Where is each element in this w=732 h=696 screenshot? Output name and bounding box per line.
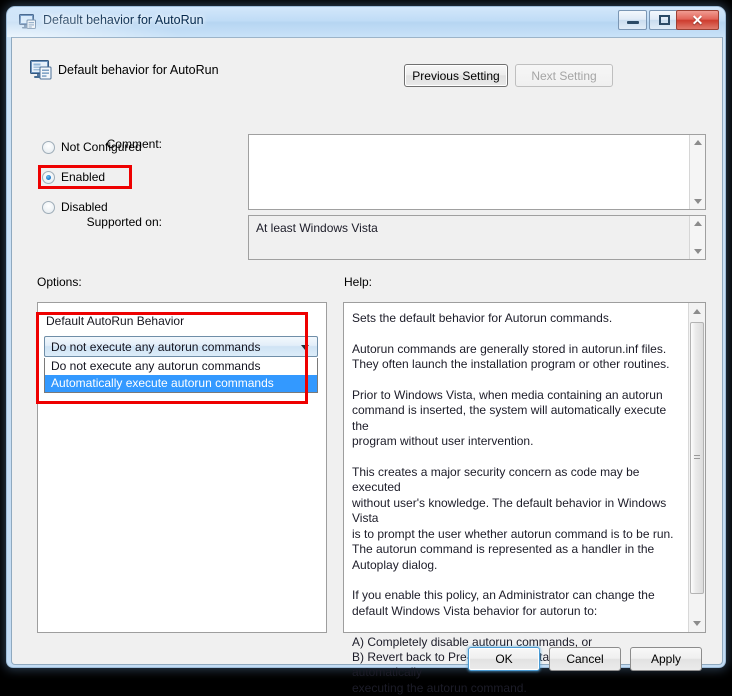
dropdown-option-do-not-execute[interactable]: Do not execute any autorun commands bbox=[45, 358, 317, 375]
scroll-up-icon[interactable] bbox=[689, 303, 705, 320]
maximize-button[interactable] bbox=[649, 10, 678, 30]
radio-selected-icon bbox=[42, 170, 55, 184]
scroll-down-icon[interactable] bbox=[690, 194, 706, 209]
ok-button[interactable]: OK bbox=[468, 647, 540, 671]
scroll-down-icon[interactable] bbox=[690, 244, 706, 259]
maximize-icon bbox=[659, 15, 670, 25]
comment-input[interactable] bbox=[248, 134, 706, 210]
dropdown-list[interactable]: Do not execute any autorun commands Auto… bbox=[44, 358, 318, 393]
minimize-button[interactable] bbox=[618, 10, 647, 30]
supported-on-label: Supported on: bbox=[86, 215, 162, 229]
supported-on-field: At least Windows Vista bbox=[248, 215, 706, 260]
cancel-button[interactable]: Cancel bbox=[549, 647, 621, 671]
minimize-icon bbox=[627, 21, 639, 24]
scroll-down-icon[interactable] bbox=[689, 615, 705, 632]
supported-on-scrollbar[interactable] bbox=[689, 216, 705, 259]
options-section-label: Options: bbox=[37, 275, 82, 289]
help-section-label: Help: bbox=[344, 275, 373, 289]
radio-disabled[interactable]: Disabled bbox=[42, 199, 108, 215]
dialog-window: Default behavior for AutoRun ✕ Default b… bbox=[6, 6, 726, 695]
title-bar: Default behavior for AutoRun ✕ bbox=[7, 7, 725, 37]
scrollbar-thumb[interactable] bbox=[690, 322, 704, 594]
scroll-up-icon[interactable] bbox=[690, 135, 706, 150]
scroll-up-icon[interactable] bbox=[690, 216, 706, 231]
radio-label: Disabled bbox=[61, 200, 108, 214]
radio-icon bbox=[42, 200, 55, 214]
window-title: Default behavior for AutoRun bbox=[43, 13, 204, 27]
radio-icon bbox=[42, 140, 55, 154]
dialog-client-area: Default behavior for AutoRun Previous Se… bbox=[11, 37, 723, 695]
page-title: Default behavior for AutoRun bbox=[58, 63, 219, 77]
help-panel: Sets the default behavior for Autorun co… bbox=[343, 302, 706, 695]
options-group-label: Default AutoRun Behavior bbox=[46, 314, 185, 328]
radio-enabled[interactable]: Enabled bbox=[42, 169, 105, 185]
next-setting-button: Next Setting bbox=[515, 64, 613, 87]
help-scrollbar[interactable] bbox=[688, 303, 705, 632]
options-panel: Default AutoRun Behavior Do not execute … bbox=[37, 302, 327, 633]
dropdown-option-automatically-execute[interactable]: Automatically execute autorun commands bbox=[45, 375, 317, 392]
supported-on-value: At least Windows Vista bbox=[256, 221, 378, 235]
apply-button[interactable]: Apply bbox=[630, 647, 702, 671]
policy-setting-icon bbox=[30, 60, 52, 80]
previous-setting-button[interactable]: Previous Setting bbox=[404, 64, 508, 87]
autorun-behavior-dropdown[interactable]: Do not execute any autorun commands bbox=[44, 336, 318, 357]
dropdown-selected-value: Do not execute any autorun commands bbox=[51, 340, 261, 354]
close-button[interactable]: ✕ bbox=[676, 10, 719, 30]
comment-label: Comment: bbox=[106, 137, 162, 151]
policy-setting-icon bbox=[19, 14, 36, 29]
comment-scrollbar[interactable] bbox=[689, 135, 705, 209]
chevron-down-icon bbox=[301, 345, 309, 350]
radio-label: Enabled bbox=[61, 170, 106, 184]
close-icon: ✕ bbox=[691, 12, 704, 28]
help-text: Sets the default behavior for Autorun co… bbox=[352, 311, 674, 695]
